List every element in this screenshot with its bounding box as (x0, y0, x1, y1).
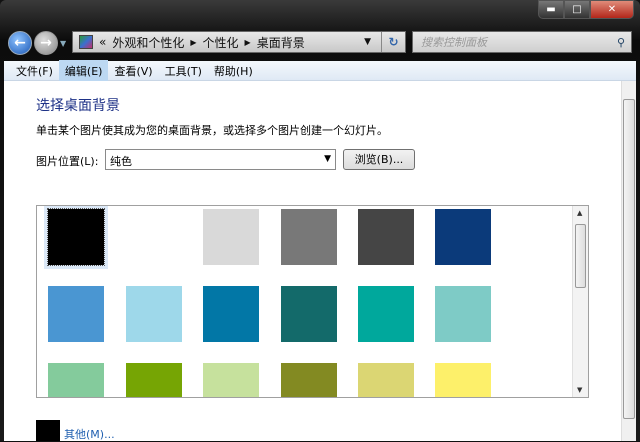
color-swatch[interactable] (281, 363, 337, 397)
close-button[interactable]: ✕ (590, 0, 634, 19)
back-button[interactable]: ← (8, 31, 32, 55)
forward-button[interactable]: → (34, 31, 58, 55)
color-swatch[interactable] (48, 286, 104, 342)
other-colors-link[interactable]: 其他(M)... (64, 426, 115, 442)
page-description: 单击某个图片使其成为您的桌面背景，或选择多个图片创建一个幻灯片。 (36, 124, 388, 137)
color-swatch[interactable] (126, 286, 182, 342)
search-icon[interactable]: ⚲ (617, 36, 625, 49)
maximize-button[interactable]: □ (564, 0, 590, 19)
address-dropdown-icon[interactable]: ▼ (364, 37, 371, 47)
search-input[interactable]: 搜索控制面板 ⚲ (412, 31, 632, 53)
color-swatch[interactable] (281, 286, 337, 342)
chevron-right-icon[interactable]: ▶ (245, 38, 251, 47)
breadcrumb-appearance[interactable]: 外观和个性化 (112, 34, 184, 51)
page-scrollbar-thumb[interactable] (623, 99, 635, 419)
color-swatch[interactable] (126, 209, 182, 265)
search-placeholder: 搜索控制面板 (421, 36, 487, 49)
breadcrumb-overflow[interactable]: « (99, 35, 106, 49)
picture-position-label: 图片位置(L): (36, 155, 99, 168)
control-panel-icon (79, 35, 93, 49)
grid-scrollbar-thumb[interactable] (575, 224, 586, 288)
page-scrollbar[interactable] (621, 81, 636, 441)
current-color-swatch (36, 420, 60, 441)
picture-position-value: 纯色 (110, 155, 132, 168)
color-swatch[interactable] (435, 286, 491, 342)
minimize-button[interactable]: ▬ (538, 0, 564, 19)
refresh-button[interactable]: ↻ (381, 32, 405, 52)
breadcrumb-desktop-background[interactable]: 桌面背景 (257, 34, 305, 51)
content-area: 选择桌面背景 单击某个图片使其成为您的桌面背景，或选择多个图片创建一个幻灯片。 … (4, 81, 636, 441)
color-grid: ▲ ▼ (36, 205, 589, 398)
breadcrumb-personalization[interactable]: 个性化 (203, 34, 239, 51)
color-swatch[interactable] (435, 209, 491, 265)
menu-edit[interactable]: 编辑(E) (58, 59, 109, 82)
page-title: 选择桌面背景 (36, 98, 120, 114)
menu-file[interactable]: 文件(F) (10, 60, 59, 82)
color-swatch[interactable] (203, 286, 259, 342)
browse-button[interactable]: 浏览(B)... (343, 149, 415, 170)
color-swatch[interactable] (47, 208, 105, 266)
recent-pages-dropdown-icon[interactable]: ▼ (60, 39, 66, 48)
color-swatch[interactable] (435, 363, 491, 397)
grid-scrollbar[interactable]: ▲ ▼ (572, 206, 588, 397)
color-swatch[interactable] (281, 209, 337, 265)
menu-tools[interactable]: 工具(T) (159, 60, 208, 82)
color-swatch[interactable] (358, 209, 414, 265)
picture-position-select[interactable]: 纯色 ▼ (105, 149, 336, 170)
address-bar[interactable]: « 外观和个性化 ▶ 个性化 ▶ 桌面背景 ▼ ↻ (72, 31, 406, 53)
caption-buttons: ▬ □ ✕ (538, 0, 634, 20)
color-swatch[interactable] (358, 363, 414, 397)
color-swatch[interactable] (48, 363, 104, 397)
menu-help[interactable]: 帮助(H) (208, 60, 259, 82)
scroll-down-icon[interactable]: ▼ (577, 386, 582, 394)
menu-view[interactable]: 查看(V) (108, 60, 158, 82)
color-swatch[interactable] (203, 363, 259, 397)
window-frame: ▬ □ ✕ ← → ▼ « 外观和个性化 ▶ 个性化 ▶ 桌面背景 ▼ ↻ 搜索… (0, 0, 640, 441)
menu-bar: 文件(F) 编辑(E) 查看(V) 工具(T) 帮助(H) (4, 59, 636, 82)
scroll-up-icon[interactable]: ▲ (577, 209, 582, 217)
color-swatch[interactable] (358, 286, 414, 342)
color-swatch[interactable] (203, 209, 259, 265)
color-swatch[interactable] (126, 363, 182, 397)
chevron-down-icon[interactable]: ▼ (324, 154, 331, 164)
nav-buttons: ← → ▼ (8, 31, 66, 55)
chevron-right-icon[interactable]: ▶ (190, 38, 196, 47)
